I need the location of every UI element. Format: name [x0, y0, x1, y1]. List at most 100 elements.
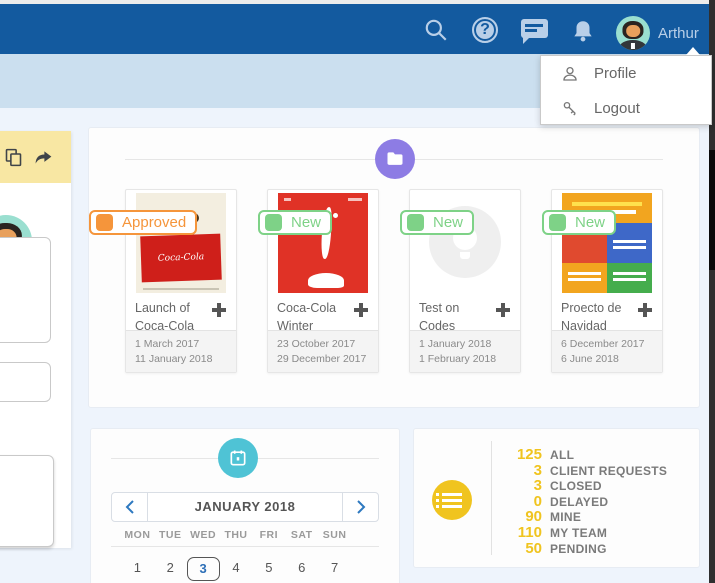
calendar-date[interactable]: 1: [121, 557, 154, 581]
end-date: 1 February 2018: [419, 352, 511, 367]
status-swatch: [407, 214, 424, 231]
campaign-card-proecto-de-navidad[interactable]: New Proecto de Navidad 2017 6 December 2…: [551, 189, 663, 373]
start-date: 23 October 2017: [277, 337, 369, 352]
stat-row-mine[interactable]: 90 MINE: [498, 508, 667, 524]
menu-item-logout[interactable]: Logout: [541, 91, 711, 126]
person-icon: [561, 65, 579, 83]
copy-icon[interactable]: [3, 147, 24, 168]
next-month-chevron[interactable]: [342, 493, 378, 521]
task-stats-panel: 125 ALL 3 CLIENT REQUESTS 3 CLOSED 0 DEL…: [413, 428, 700, 568]
folder-icon: [375, 139, 415, 179]
calendar-date[interactable]: 6: [285, 557, 318, 581]
coca-cola-logo: Coca-Cola: [140, 234, 222, 283]
share-forward-icon[interactable]: [33, 147, 54, 168]
dropdown-caret: [686, 47, 700, 55]
stat-row-delayed[interactable]: 0 DELAYED: [498, 493, 667, 509]
left-panel-field[interactable]: [0, 362, 51, 402]
messages-icon[interactable]: [521, 19, 548, 38]
start-date: 1 March 2017: [135, 337, 227, 352]
stat-label: PENDING: [550, 542, 607, 556]
username-label[interactable]: Arthur: [658, 25, 699, 42]
end-date: 6 June 2018: [561, 352, 653, 367]
status-label: New: [291, 214, 321, 231]
add-plus-icon[interactable]: [211, 302, 227, 318]
calendar-icon: [218, 438, 258, 478]
campaign-dates: 6 December 2017 6 June 2018: [552, 330, 662, 372]
menu-item-profile[interactable]: Profile: [541, 56, 711, 91]
stat-value: 90: [498, 508, 542, 525]
campaign-thumbnail: [562, 193, 652, 293]
status-badge: New: [542, 210, 616, 235]
day-of-week-headers: MON TUE WED THU FRI SAT SUN: [121, 529, 351, 541]
campaign-dates: 1 January 2018 1 February 2018: [410, 330, 520, 372]
campaign-cards-row: Approved Coca-Cola Launch of Coca-Cola 1…: [125, 189, 663, 373]
campaign-thumbnail: [278, 193, 368, 293]
previous-month-chevron[interactable]: [112, 493, 148, 521]
add-plus-icon[interactable]: [637, 302, 653, 318]
help-icon[interactable]: ?: [472, 17, 498, 43]
status-badge: Approved: [89, 210, 197, 235]
top-navigation-bar: ? Arthur: [0, 4, 715, 54]
stat-row-all[interactable]: 125 ALL: [498, 446, 667, 462]
stat-label: DELAYED: [550, 495, 608, 509]
user-avatar[interactable]: [616, 16, 650, 50]
calendar-week-row: 1 2 3 4 5 6 7: [121, 557, 351, 581]
calendar-month-navigation: JANUARY 2018: [111, 492, 379, 522]
calendar-date[interactable]: 5: [252, 557, 285, 581]
user-menu-dropdown: Profile Logout: [540, 55, 712, 125]
stat-row-pending[interactable]: 50 PENDING: [498, 540, 667, 556]
stat-value: 50: [498, 540, 542, 557]
status-label: New: [433, 214, 463, 231]
dow-label: MON: [121, 529, 154, 541]
left-panel-action-header: [0, 131, 71, 183]
stat-value: 3: [498, 477, 542, 494]
status-swatch: [549, 214, 566, 231]
end-date: 29 December 2017: [277, 352, 369, 367]
calendar-date[interactable]: 2: [154, 557, 187, 581]
dow-label: THU: [220, 529, 253, 541]
campaign-dates: 1 March 2017 11 January 2018: [126, 330, 236, 372]
scrollbar-thumb[interactable]: [709, 150, 715, 270]
calendar-date[interactable]: 4: [220, 557, 253, 581]
stat-value: 110: [498, 524, 542, 541]
calendar-panel: JANUARY 2018 MON TUE WED THU FRI SAT SUN…: [90, 428, 400, 583]
dashboard-screen: ? Arthur Profile Logout: [0, 0, 715, 583]
status-swatch: [265, 214, 282, 231]
calendar-date[interactable]: 7: [318, 557, 351, 581]
stat-row-closed[interactable]: 3 CLOSED: [498, 477, 667, 493]
campaign-thumbnail-placeholder: [420, 193, 510, 293]
status-label: New: [575, 214, 605, 231]
campaign-card-test-on-codes[interactable]: New Test on Codes 1 January 2018 1 Febru…: [409, 189, 521, 373]
list-icon: [432, 480, 472, 520]
add-plus-icon[interactable]: [495, 302, 511, 318]
stat-row-my-team[interactable]: 110 MY TEAM: [498, 524, 667, 540]
status-badge: New: [258, 210, 332, 235]
stat-row-client-requests[interactable]: 3 CLIENT REQUESTS: [498, 462, 667, 478]
stat-value: 3: [498, 462, 542, 479]
campaign-dates: 23 October 2017 29 December 2017: [268, 330, 378, 372]
menu-item-label: Logout: [594, 100, 640, 117]
stat-label: MY TEAM: [550, 526, 607, 540]
divider: [111, 546, 379, 547]
menu-item-label: Profile: [594, 65, 637, 82]
dow-label: SAT: [285, 529, 318, 541]
dow-label: FRI: [252, 529, 285, 541]
dow-label: SUN: [318, 529, 351, 541]
dow-label: WED: [187, 529, 220, 541]
notifications-bell-icon[interactable]: [570, 18, 596, 44]
stat-label: ALL: [550, 448, 574, 462]
stats-rows: 125 ALL 3 CLIENT REQUESTS 3 CLOSED 0 DEL…: [498, 446, 667, 555]
current-month-label: JANUARY 2018: [148, 493, 342, 521]
status-label: Approved: [122, 214, 186, 231]
start-date: 1 January 2018: [419, 337, 511, 352]
campaign-card-coca-cola-winter[interactable]: New Coca-Cola Winter 23 October 2017 29 …: [267, 189, 379, 373]
status-swatch: [96, 214, 113, 231]
search-icon[interactable]: [423, 17, 449, 43]
stat-value: 0: [498, 493, 542, 510]
left-panel-field[interactable]: [0, 237, 51, 343]
calendar-date-selected[interactable]: 3: [187, 557, 220, 581]
left-panel-textarea[interactable]: [0, 455, 54, 547]
add-plus-icon[interactable]: [353, 302, 369, 318]
divider: [491, 441, 492, 555]
campaign-card-launch-of-coca-cola[interactable]: Approved Coca-Cola Launch of Coca-Cola 1…: [125, 189, 237, 373]
